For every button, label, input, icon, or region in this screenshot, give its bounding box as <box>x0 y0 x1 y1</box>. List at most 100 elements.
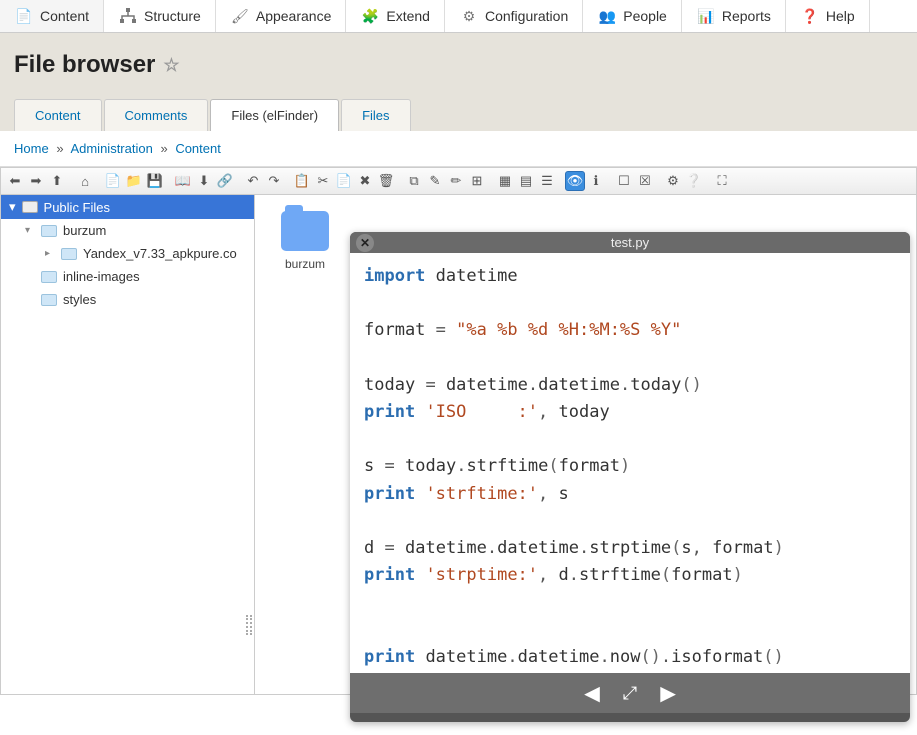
toolbar-deselect-button[interactable]: ☒ <box>635 171 655 191</box>
chevron-down-icon: ▾ <box>25 225 35 236</box>
cwd-item-burzum[interactable]: burzum <box>265 211 345 271</box>
toolbar-select-button[interactable]: ☐ <box>614 171 634 191</box>
chevron-right-icon: ▸ <box>45 248 55 259</box>
configuration-icon: ⚙ <box>459 6 479 26</box>
breadcrumb-sep: » <box>160 141 167 156</box>
toolbar-resize-button[interactable]: ⊞ <box>467 171 487 191</box>
extend-icon: 🧩 <box>360 6 380 26</box>
admin-menu-reports[interactable]: 📊 Reports <box>682 0 786 32</box>
elfinder-nav-tree[interactable]: ▾ Public Files ▾ burzum ▸ Yandex_v7.33_a… <box>0 195 255 695</box>
tab-files[interactable]: Files <box>341 99 410 131</box>
toolbar-fullscreen-button[interactable]: ⛶ <box>712 171 732 191</box>
toolbar-empty-button[interactable]: 🗑 <box>376 171 396 191</box>
people-icon: 👥 <box>597 6 617 26</box>
toolbar-redo-button[interactable]: ↷ <box>264 171 284 191</box>
toolbar-forward-button[interactable]: ➡ <box>26 171 46 191</box>
preview-panel: ✕ test.py import datetime format = "%a %… <box>350 232 910 722</box>
toolbar-newfile-button[interactable]: 📄 <box>103 171 123 191</box>
toolbar-info-button[interactable]: ℹ <box>586 171 606 191</box>
folder-icon <box>41 225 57 237</box>
admin-toolbar: 📄 Content Structure 🖌 Appearance 🧩 Extend ⚙… <box>0 0 917 33</box>
tree-node-yandex[interactable]: ▸ Yandex_v7.33_apkpure.co <box>1 242 254 265</box>
admin-menu-label: Reports <box>722 8 771 24</box>
tree-node-inline-images[interactable]: inline-images <box>1 265 254 288</box>
help-icon: ❓ <box>800 6 820 26</box>
drive-icon <box>22 201 38 213</box>
preview-titlebar[interactable]: ✕ test.py <box>350 232 910 253</box>
breadcrumb: Home » Administration » Content <box>0 131 917 166</box>
toolbar-open-button[interactable]: 📖 <box>173 171 193 191</box>
tree-root-label: Public Files <box>44 200 110 215</box>
preview-filename: test.py <box>611 235 649 250</box>
admin-menu-configuration[interactable]: ⚙ Configuration <box>445 0 583 32</box>
admin-menu-label: Appearance <box>256 8 332 24</box>
favorite-star-icon[interactable]: ☆ <box>163 55 179 76</box>
appearance-icon: 🖌 <box>230 6 250 26</box>
toolbar-paste-button[interactable]: 📄 <box>334 171 354 191</box>
toolbar-cut-button[interactable]: ✂ <box>313 171 333 191</box>
folder-icon <box>61 248 77 260</box>
admin-menu-structure[interactable]: Structure <box>104 0 216 32</box>
tree-node-burzum[interactable]: ▾ burzum <box>1 219 254 242</box>
page-title: File browser ☆ <box>14 51 903 79</box>
breadcrumb-content[interactable]: Content <box>175 141 221 156</box>
toolbar-back-button[interactable]: ⬅ <box>5 171 25 191</box>
preview-content[interactable]: import datetime format = "%a %b %d %H:%M… <box>350 253 910 673</box>
admin-menu-people[interactable]: 👥 People <box>583 0 682 32</box>
toolbar-rename-button[interactable]: ✎ <box>425 171 445 191</box>
admin-menu-label: Extend <box>386 8 430 24</box>
tree-node-label: inline-images <box>63 269 140 284</box>
admin-menu-label: People <box>623 8 667 24</box>
toolbar-newfolder-button[interactable]: 📁 <box>124 171 144 191</box>
toolbar-getlink-button[interactable]: 🔗 <box>215 171 235 191</box>
folder-icon <box>41 271 57 283</box>
toolbar-list-button[interactable]: ☰ <box>537 171 557 191</box>
breadcrumb-administration[interactable]: Administration <box>70 141 152 156</box>
admin-menu-appearance[interactable]: 🖌 Appearance <box>216 0 347 32</box>
local-tabs: Content Comments Files (elFinder) Files <box>14 99 903 131</box>
tree-node-styles[interactable]: styles <box>1 288 254 311</box>
tab-content[interactable]: Content <box>14 99 102 131</box>
admin-menu-label: Structure <box>144 8 201 24</box>
reports-icon: 📊 <box>696 6 716 26</box>
folder-icon <box>41 294 57 306</box>
elfinder-toolbar: ⬅➡⬆⌂📄📁💾📖⬇🔗↶↷📋✂📄✖🗑⧉✎✏⊞▦▤☰👁ℹ☐☒⚙❔⛶ <box>0 167 917 195</box>
page-header: File browser ☆ Content Comments Files (e… <box>0 33 917 131</box>
toolbar-about-button[interactable]: ❔ <box>684 171 704 191</box>
chevron-down-icon: ▾ <box>9 199 16 215</box>
toolbar-copy-button[interactable]: 📋 <box>292 171 312 191</box>
toolbar-upload-button[interactable]: 💾 <box>145 171 165 191</box>
toolbar-duplicate-button[interactable]: ⧉ <box>404 171 424 191</box>
admin-menu-label: Content <box>40 8 89 24</box>
toolbar-edit-button[interactable]: ✏ <box>446 171 466 191</box>
toolbar-home-button[interactable]: ⌂ <box>75 171 95 191</box>
structure-icon <box>118 6 138 26</box>
toolbar-icons-small-button[interactable]: ▤ <box>516 171 536 191</box>
cwd-item-label: burzum <box>265 257 345 271</box>
toolbar-icons-large-button[interactable]: ▦ <box>495 171 515 191</box>
admin-menu-extend[interactable]: 🧩 Extend <box>346 0 445 32</box>
toolbar-preview-button[interactable]: 👁 <box>565 171 585 191</box>
close-icon[interactable]: ✕ <box>356 234 374 252</box>
admin-menu-help[interactable]: ❓Help <box>786 0 870 32</box>
tree-root[interactable]: ▾ Public Files <box>1 195 254 219</box>
tab-comments[interactable]: Comments <box>104 99 209 131</box>
tree-node-label: styles <box>63 292 96 307</box>
resize-handle[interactable] <box>246 615 252 635</box>
breadcrumb-sep: » <box>56 141 63 156</box>
toolbar-settings-button[interactable]: ⚙ <box>663 171 683 191</box>
fullscreen-button[interactable]: ⤢ <box>623 683 637 704</box>
tab-files-elfinder[interactable]: Files (elFinder) <box>210 99 339 131</box>
prev-button[interactable]: ◄ <box>579 678 605 709</box>
next-button[interactable]: ► <box>655 678 681 709</box>
toolbar-delete-button[interactable]: ✖ <box>355 171 375 191</box>
content-icon: 📄 <box>14 6 34 26</box>
tree-node-label: Yandex_v7.33_apkpure.co <box>83 246 237 261</box>
toolbar-download-button[interactable]: ⬇ <box>194 171 214 191</box>
toolbar-undo-button[interactable]: ↶ <box>243 171 263 191</box>
admin-menu-content[interactable]: 📄 Content <box>0 0 104 32</box>
breadcrumb-home[interactable]: Home <box>14 141 49 156</box>
toolbar-up-button[interactable]: ⬆ <box>47 171 67 191</box>
admin-menu-label: Configuration <box>485 8 568 24</box>
folder-icon <box>281 211 329 251</box>
